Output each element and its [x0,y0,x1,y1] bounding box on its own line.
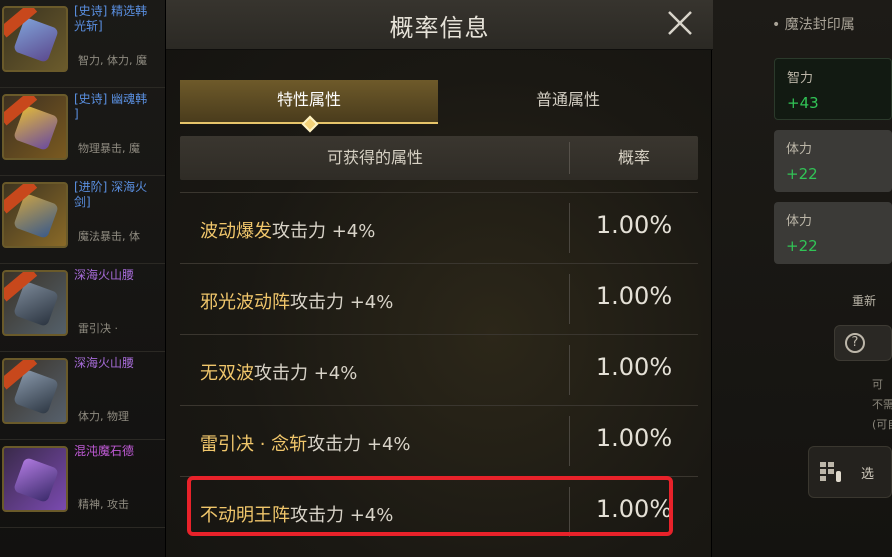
item-icon [2,6,68,72]
item-name: [史诗] 精选韩 光斩] [74,4,148,33]
inventory-item[interactable]: 深海火山腰 雷引决 · [0,264,165,352]
attribute-effect: 攻击力 +4% [272,221,376,242]
table-row: 无双波攻击力 +4% 1.00% [180,334,698,405]
item-attributes: 雷引决 · [78,322,118,335]
dialog-header: 概率信息 [166,0,713,50]
skill-name: 邪光波动阵 [200,292,290,313]
inventory-item[interactable]: [史诗] 幽魂韩] 物理暴击, 魔 [0,88,165,176]
item-attributes: 智力, 体力, 魔 [78,54,147,67]
stat-value: +22 [786,237,818,255]
reset-label: 重新 [852,294,877,308]
item-attributes: 魔法暴击, 体 [78,230,140,243]
stat-value: +22 [786,165,818,183]
item-name: [史诗] 幽魂韩] [74,92,148,121]
attribute-text: 无双波攻击力 +4% [200,359,357,385]
item-icon [2,358,68,424]
grid-select-icon [820,462,841,482]
note-line: 可 [872,378,883,391]
stat-box: 体力 +22 [774,130,892,192]
stat-value: +43 [787,94,819,112]
item-name: [进阶] 深海火 剑] [74,180,148,209]
inventory-item[interactable]: 混沌魔石德 精神, 攻击 [0,440,165,528]
inventory-list: [史诗] 精选韩 光斩] 智力, 体力, 魔 [史诗] 幽魂韩] 物理暴击, 魔 … [0,0,165,557]
stat-box: 智力 +43 [774,58,892,120]
inventory-item[interactable]: [史诗] 精选韩 光斩] 智力, 体力, 魔 [0,0,165,88]
item-name: 混沌魔石德 [74,444,135,458]
probability-dialog: 概率信息 特性属性 普通属性 可获得的属性 概率 波动爆发攻击力 +4% 1.0… [165,0,713,557]
note-line: 不需 [872,398,892,411]
attribute-effect: 攻击力 +4% [307,434,411,455]
probability-value: 1.00% [595,282,673,310]
item-icon [2,94,68,160]
column-header-probability: 概率 [617,148,650,167]
probability-value: 1.00% [595,353,673,381]
stat-label: 体力 [786,142,813,157]
probability-value: 1.00% [595,424,673,452]
panel-title: • 魔法封印属 [772,17,855,33]
seal-attribute-panel: • 魔法封印属 智力 +43 体力 +22 体力 +22 重新 ? 可 不需 (… [712,0,892,557]
skill-name: 雷引决 · 念斩 [200,434,308,455]
attribute-effect: 攻击力 +4% [254,363,358,384]
skill-name: 无双波 [200,363,254,384]
tab-normal-attributes[interactable]: 普通属性 [439,80,697,124]
select-button[interactable]: 选 [808,446,892,498]
close-icon[interactable] [665,8,695,38]
table-row: 雷引决 · 念斩攻击力 +4% 1.00% [180,405,698,476]
table-row: 波动爆发攻击力 +4% 1.00% [180,192,698,263]
item-attributes: 物理暴击, 魔 [78,142,140,155]
highlight-box [187,476,673,536]
tab-bar: 特性属性 普通属性 [180,80,698,124]
stat-label: 智力 [787,71,814,86]
note-line: (可自 [872,418,892,431]
help-button[interactable]: ? [834,325,892,361]
attribute-effect: 攻击力 +4% [290,292,394,313]
attribute-text: 雷引决 · 念斩攻击力 +4% [200,430,411,456]
help-icon: ? [845,333,865,353]
inventory-item[interactable]: [进阶] 深海火 剑] 魔法暴击, 体 [0,176,165,264]
inventory-item[interactable]: 深海火山腰 体力, 物理 [0,352,165,440]
table-header: 可获得的属性 概率 [180,136,698,180]
item-attributes: 体力, 物理 [78,410,129,423]
table-row: 邪光波动阵攻击力 +4% 1.00% [180,263,698,334]
item-icon [2,182,68,248]
item-icon [2,446,68,512]
dialog-title: 概率信息 [389,14,490,42]
column-header-attribute: 可获得的属性 [326,148,423,167]
probability-value: 1.00% [595,211,673,239]
item-icon [2,270,68,336]
item-attributes: 精神, 攻击 [78,498,129,511]
skill-name: 波动爆发 [200,221,272,242]
attribute-text: 邪光波动阵攻击力 +4% [200,288,393,314]
item-name: 深海火山腰 [74,268,135,282]
attribute-text: 波动爆发攻击力 +4% [200,217,375,243]
stat-label: 体力 [786,214,813,229]
stat-box: 体力 +22 [774,202,892,264]
item-name: 深海火山腰 [74,356,135,370]
select-label: 选 [861,467,875,482]
